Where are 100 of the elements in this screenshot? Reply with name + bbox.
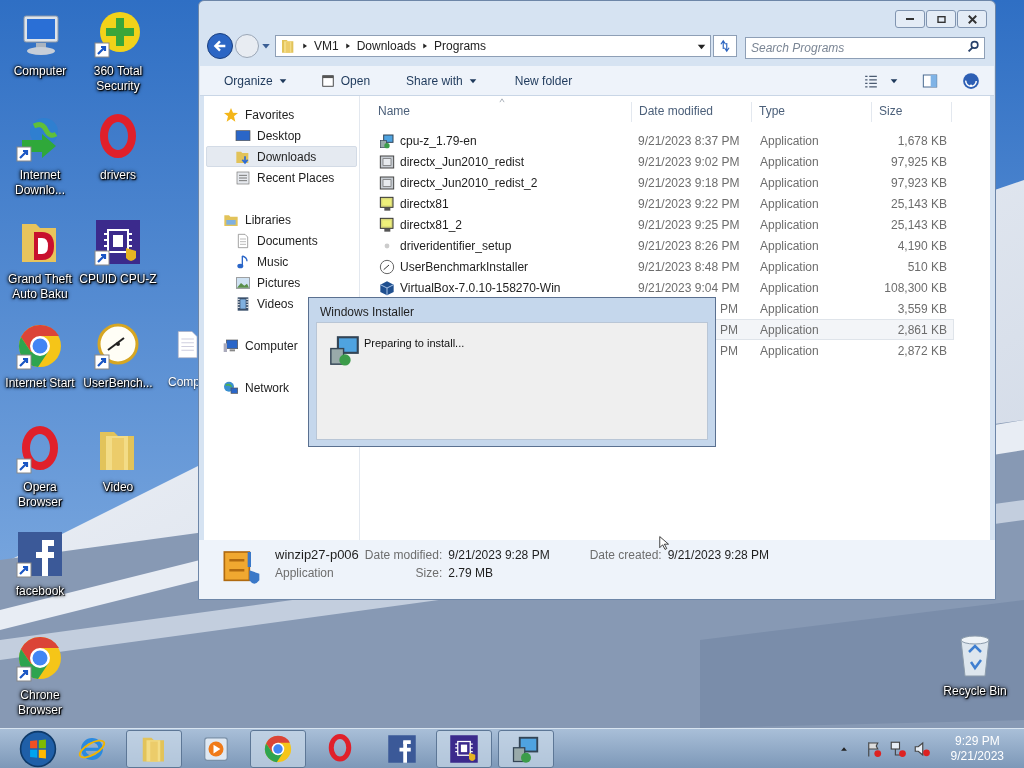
file-name: directx_Jun2010_redist <box>400 153 525 171</box>
file-size: 97,923 KB <box>890 175 947 190</box>
nav-item[interactable]: Pictures <box>206 272 357 293</box>
toolbar-button[interactable]: Organize <box>216 69 295 92</box>
field-label: Date created: <box>589 547 662 564</box>
chrome-icon <box>263 733 293 764</box>
nav-item[interactable]: Recent Places <box>206 167 357 188</box>
column-header[interactable]: Name <box>360 102 632 122</box>
file-size: 25,143 KB <box>890 196 947 211</box>
toolbar-button[interactable]: New folder <box>506 69 581 92</box>
close-button[interactable] <box>957 10 987 28</box>
file-size: 108,300 KB <box>884 280 947 295</box>
dialog-message: Preparing to install... <box>364 336 465 351</box>
file-name: directx81 <box>400 195 449 213</box>
toolbar-button[interactable]: Open <box>312 69 379 92</box>
back-button[interactable] <box>207 33 233 59</box>
file-date: PM <box>719 300 738 318</box>
file-row[interactable]: directx_Jun2010_redist_2 9/21/2023 9:18 PM Application 97,923 KB <box>360 172 954 193</box>
windows-orb-icon <box>19 729 57 768</box>
nav-item[interactable]: Documents <box>206 230 357 251</box>
dialog-title: Windows Installer <box>319 304 416 321</box>
file-name: UserBenchmarkInstaller <box>400 258 529 276</box>
monitor-icon <box>379 195 395 212</box>
address-bar[interactable]: VM1 Downloads Programs <box>275 35 711 57</box>
installer-icon <box>379 132 395 149</box>
close-icon <box>967 14 977 24</box>
file-date: PM <box>719 321 738 339</box>
maximize-icon <box>936 15 946 23</box>
breadcrumb-item[interactable]: Programs <box>434 37 487 55</box>
file-date: 9/21/2023 9:04 PM <box>638 279 738 297</box>
search-field[interactable]: Search Programs <box>745 37 985 59</box>
facebook-icon <box>387 733 417 764</box>
help-icon <box>962 71 980 90</box>
document-icon <box>235 232 251 249</box>
nav-item[interactable]: Downloads <box>206 146 357 167</box>
field-value: 2.79 MB <box>448 565 494 582</box>
file-date: 9/21/2023 9:18 PM <box>638 174 738 192</box>
file-size: 2,872 KB <box>897 343 947 358</box>
monitor-icon <box>235 127 251 144</box>
file-type: Application <box>760 133 819 148</box>
gauge-icon <box>379 258 395 275</box>
taskbar-button[interactable] <box>498 729 554 768</box>
file-row[interactable]: cpu-z_1.79-en 9/21/2023 8:37 PM Application 1,678 KB <box>360 130 954 151</box>
file-row[interactable]: driveridentifier_setup 9/21/2023 8:26 PM Application 4,190 KB <box>360 235 954 256</box>
refresh-button[interactable] <box>713 35 737 57</box>
minimize-icon <box>906 18 914 20</box>
minimize-button[interactable] <box>895 10 925 28</box>
file-size: 1,678 KB <box>897 133 947 148</box>
field-value: 9/21/2023 9:28 PM <box>667 547 770 564</box>
nav-item[interactable]: Libraries <box>206 209 357 230</box>
film-icon <box>235 295 251 312</box>
toolbar-button[interactable]: Share with <box>398 69 485 92</box>
file-size: 25,143 KB <box>890 217 947 232</box>
file-date: PM <box>719 342 738 360</box>
column-header[interactable]: Date modified <box>632 102 752 122</box>
file-type: Application <box>760 175 819 190</box>
star-icon <box>223 106 239 123</box>
caret-icon <box>890 76 898 85</box>
chevron-icon <box>302 42 308 50</box>
breadcrumb-item[interactable]: VM1 <box>314 37 339 55</box>
desktop-icon-label[interactable]: Computer <box>13 64 67 79</box>
file-name: winzip27-p006 <box>275 546 359 564</box>
file-size: 3,559 KB <box>897 301 947 316</box>
speaker-icon <box>912 739 931 758</box>
window-icon <box>320 73 335 88</box>
file-row[interactable]: directx81 9/21/2023 9:22 PM Application 25,143 KB <box>360 193 954 214</box>
field-label: Date modified: <box>364 547 443 564</box>
file-date: 9/21/2023 9:22 PM <box>638 195 738 213</box>
music-note-icon <box>235 253 251 270</box>
desktop-icon-label[interactable]: 360 Total Security <box>77 64 159 94</box>
file-type: Application <box>760 322 819 337</box>
help-button[interactable] <box>962 71 980 90</box>
nav-item[interactable]: Favorites <box>206 104 357 125</box>
file-row[interactable]: UserBenchmarkInstaller 9/21/2023 8:48 PM Application 510 KB <box>360 256 954 277</box>
file-date: 9/21/2023 9:25 PM <box>638 216 738 234</box>
cube-icon <box>379 279 395 296</box>
desktop-icon-label[interactable]: CPUID CPU-Z <box>79 272 157 287</box>
window-icon <box>235 169 251 186</box>
desktop-icon-label[interactable]: Internet Downlo... <box>0 168 80 198</box>
nav-item[interactable]: Music <box>206 251 357 272</box>
breadcrumb-item[interactable]: Downloads <box>356 37 417 55</box>
file-type: Application <box>760 343 819 358</box>
file-row[interactable]: directx81_2 9/21/2023 9:25 PM Application 25,143 KB <box>360 214 954 235</box>
file-row[interactable]: VirtualBox-7.0.10-158270-Win 9/21/2023 9:04 PM Application 108,300 KB <box>360 277 954 298</box>
desktop-icon-label[interactable]: drivers <box>100 168 136 183</box>
column-header[interactable]: Type <box>752 102 872 122</box>
chevron-icon <box>344 42 351 50</box>
file-size: 510 KB <box>907 259 947 274</box>
picture-icon <box>235 274 251 291</box>
nav-item[interactable]: Desktop <box>206 125 357 146</box>
column-header[interactable]: Size <box>872 102 952 122</box>
start-button[interactable] <box>18 729 58 768</box>
computer-icon <box>223 337 239 354</box>
preview-pane-button[interactable] <box>920 72 940 89</box>
caret-icon <box>278 76 287 85</box>
file-row[interactable]: directx_Jun2010_redist 9/21/2023 9:02 PM Application 97,925 KB <box>360 151 954 172</box>
maximize-button[interactable] <box>926 10 956 28</box>
window-icon <box>379 153 395 170</box>
chevron-icon <box>422 42 429 50</box>
taskbar-button[interactable] <box>436 729 492 768</box>
